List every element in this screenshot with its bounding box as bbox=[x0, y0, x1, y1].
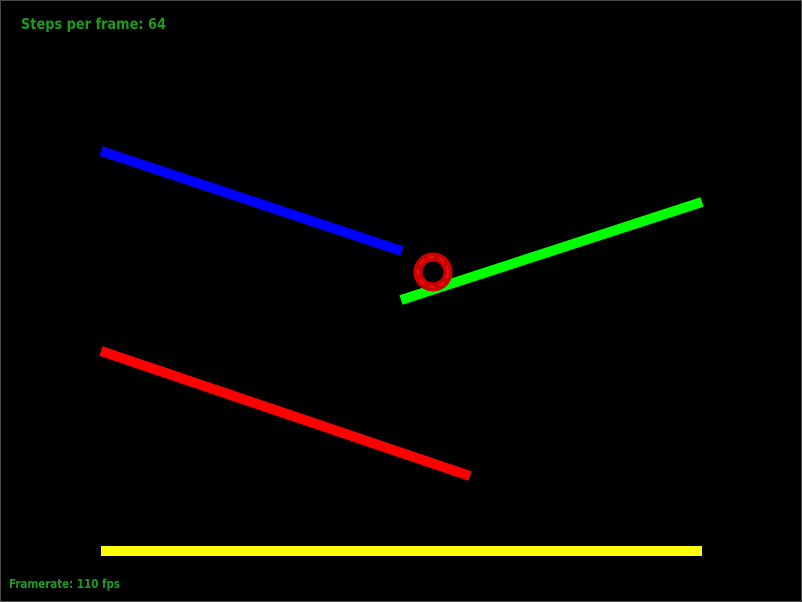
steps-per-frame-label: Steps per frame: 64 bbox=[21, 15, 166, 33]
game-viewport[interactable]: Steps per frame: 64 Framerate: 110 fps bbox=[0, 0, 802, 602]
game-scene bbox=[99, 146, 704, 556]
framerate-label: Framerate: 110 fps bbox=[9, 577, 121, 591]
blue-platform bbox=[99, 146, 404, 256]
red-platform bbox=[99, 346, 472, 481]
ball bbox=[413, 252, 453, 292]
